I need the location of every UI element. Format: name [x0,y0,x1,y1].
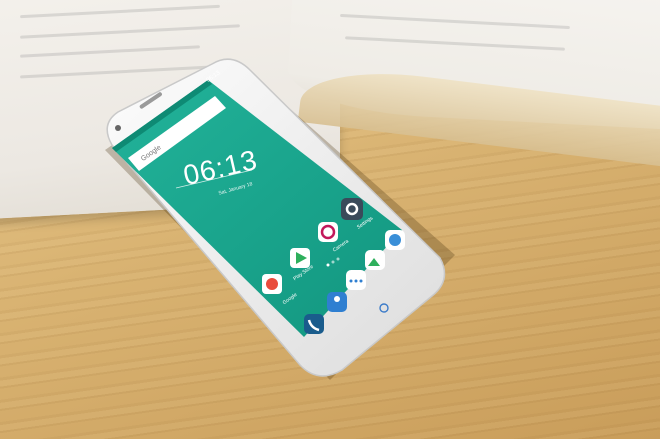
phone-app-icon [304,314,324,334]
settings-app-icon [341,198,363,220]
front-camera [115,125,121,131]
chrome-icon [266,278,278,290]
apps-grid-icon [389,234,401,246]
phone-illustration [105,58,455,380]
contacts-person-icon [334,296,340,302]
